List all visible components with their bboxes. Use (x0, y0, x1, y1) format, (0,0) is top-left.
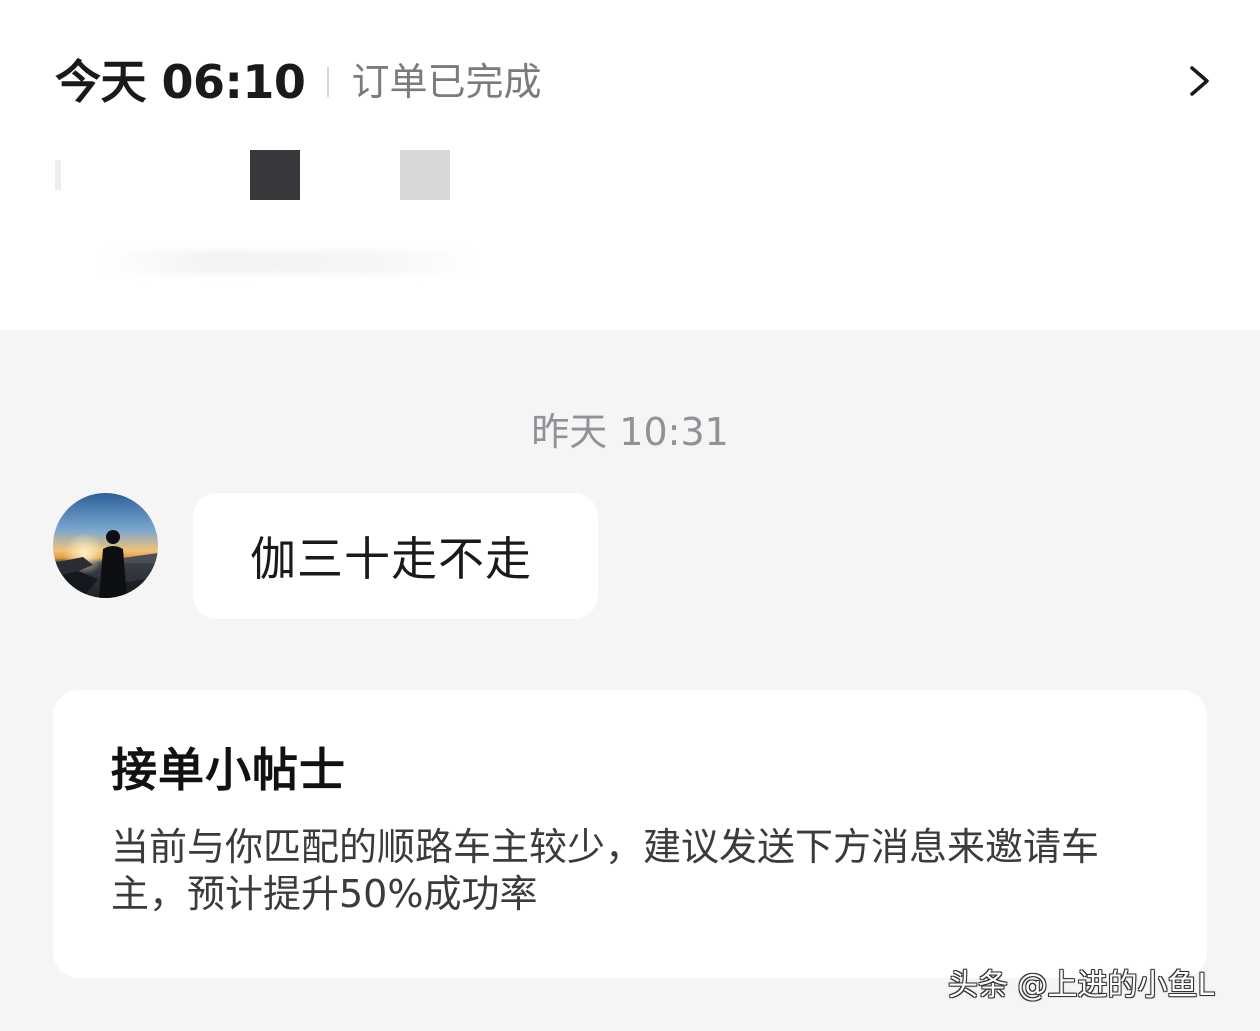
avatar-image-icon (53, 493, 158, 598)
order-time: 今天 06:10 (55, 55, 306, 109)
tips-title: 接单小帖士 (111, 743, 346, 797)
message-text: 伽三十走不走 (250, 532, 532, 586)
order-summary: 今天 06:10 订单已完成 (55, 52, 541, 112)
redaction-block-dark (250, 150, 300, 200)
chat-timestamp: 昨天 10:31 (531, 410, 729, 454)
tips-card: 接单小帖士 当前与你匹配的顺路车主较少，建议发送下方消息来邀请车主，预计提升50… (53, 690, 1207, 978)
redaction-smudge (55, 160, 61, 190)
redacted-text-line (100, 250, 480, 274)
message-bubble[interactable]: 伽三十走不走 (193, 493, 598, 619)
redaction-block-light (400, 150, 450, 200)
order-status: 订单已完成 (351, 60, 542, 104)
order-divider (327, 67, 330, 97)
chevron-right-icon[interactable] (1180, 58, 1220, 104)
order-header-card[interactable]: 今天 06:10 订单已完成 (0, 0, 1260, 330)
tips-body: 当前与你匹配的顺路车主较少，建议发送下方消息来邀请车主，预计提升50%成功率 (111, 825, 1100, 916)
watermark: 头条 @上进的小鱼L (948, 968, 1215, 1003)
redacted-route-info (55, 150, 505, 200)
user-avatar[interactable] (53, 493, 158, 598)
